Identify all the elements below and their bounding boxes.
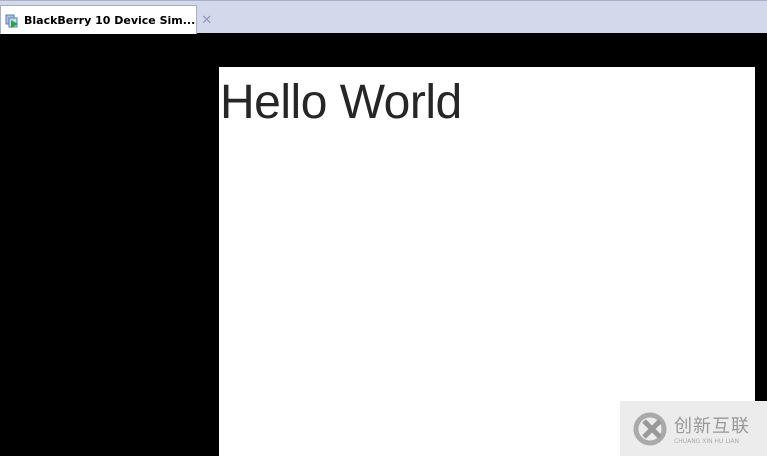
watermark-logo-icon: [633, 412, 667, 445]
close-icon[interactable]: ✕: [201, 13, 212, 28]
tab-bar: BlackBerry 10 Device Sim... ✕: [0, 0, 767, 34]
tab-blackberry-simulator[interactable]: BlackBerry 10 Device Sim... ✕: [0, 5, 212, 34]
hello-label: Hello World: [220, 76, 462, 129]
simulator-screen: Hello World: [219, 67, 755, 456]
watermark-logo: 创新互联 CHUANG XIN HU LIAN: [620, 401, 767, 456]
tab-title: BlackBerry 10 Device Sim...: [24, 13, 196, 27]
simulator-icon: [5, 13, 19, 28]
